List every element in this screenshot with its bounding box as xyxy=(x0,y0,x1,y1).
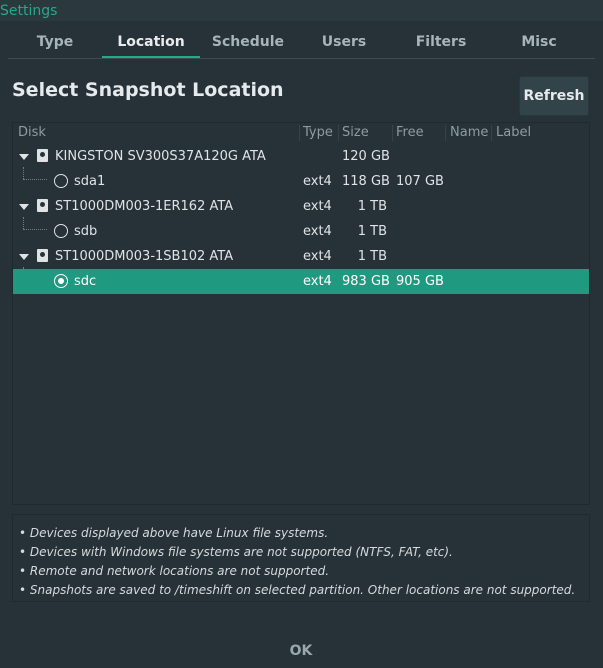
triangle-down-icon[interactable] xyxy=(19,204,29,210)
partition-type: ext4 xyxy=(303,174,332,189)
tree-row-partition[interactable]: sda1 ext4 118 GB 107 GB xyxy=(13,169,589,194)
column-header-name[interactable]: Name xyxy=(450,123,488,143)
page-title: Select Snapshot Location xyxy=(12,79,284,101)
disk-type: ext4 xyxy=(303,199,332,214)
note-line: • Snapshots are saved to /timeshift on s… xyxy=(19,583,576,597)
disk-type: ext4 xyxy=(303,249,332,264)
column-header-size[interactable]: Size xyxy=(342,123,369,143)
note-line: • Devices displayed above have Linux fil… xyxy=(19,526,329,540)
partition-name: sda1 xyxy=(74,174,106,189)
partition-type: ext4 xyxy=(303,224,332,239)
disk-size: 1 TB xyxy=(357,199,387,214)
note-line: • Remote and network locations are not s… xyxy=(19,564,330,578)
info-notes: • Devices displayed above have Linux fil… xyxy=(12,514,590,602)
harddisk-icon xyxy=(37,249,48,262)
column-header-free[interactable]: Free xyxy=(396,123,424,143)
partition-size: 1 TB xyxy=(357,224,387,239)
disk-name: ST1000DM003-1ER162 ATA xyxy=(55,199,234,214)
triangle-down-icon[interactable] xyxy=(19,154,29,160)
tree-row-disk[interactable]: ST1000DM003-1ER162 ATA ext4 1 TB xyxy=(13,194,589,219)
partition-free: 905 GB xyxy=(396,274,444,289)
partition-size: 983 GB xyxy=(342,274,390,289)
tab-schedule[interactable]: Schedule xyxy=(200,27,296,58)
window-title: Settings xyxy=(0,3,58,19)
radio-icon[interactable] xyxy=(54,174,68,188)
tree-row-disk[interactable]: KINGSTON SV300S37A120G ATA 120 GB xyxy=(13,144,589,169)
disk-name: KINGSTON SV300S37A120G ATA xyxy=(55,149,266,164)
window-titlebar: Settings xyxy=(0,0,603,21)
tree-row-disk[interactable]: ST1000DM003-1SB102 ATA ext4 1 TB xyxy=(13,244,589,269)
ok-button[interactable]: OK xyxy=(278,640,324,662)
partition-name: sdb xyxy=(74,224,98,239)
device-tree[interactable]: Disk Type Size Free Name Label KINGSTON … xyxy=(12,122,590,505)
triangle-down-icon[interactable] xyxy=(19,254,29,260)
column-header-label[interactable]: Label xyxy=(496,123,531,143)
partition-free: 107 GB xyxy=(396,174,444,189)
tree-row-partition-selected[interactable]: sdc ext4 983 GB 905 GB xyxy=(13,269,589,294)
disk-size: 1 TB xyxy=(357,249,387,264)
column-divider xyxy=(338,125,339,141)
tab-misc[interactable]: Misc xyxy=(490,27,588,58)
tab-type[interactable]: Type xyxy=(8,27,102,58)
column-header-type[interactable]: Type xyxy=(303,123,333,143)
harddisk-icon xyxy=(37,149,48,162)
partition-name: sdc xyxy=(74,274,97,289)
harddisk-icon xyxy=(37,199,48,212)
disk-size: 120 GB xyxy=(342,149,390,164)
column-header-disk[interactable]: Disk xyxy=(18,123,46,143)
column-divider xyxy=(392,125,393,141)
disk-name: ST1000DM003-1SB102 ATA xyxy=(55,249,234,264)
column-divider xyxy=(445,125,446,141)
radio-icon[interactable] xyxy=(54,224,68,238)
tab-bar: Type Location Schedule Users Filters Mis… xyxy=(8,27,595,59)
tab-users[interactable]: Users xyxy=(296,27,392,58)
partition-size: 118 GB xyxy=(342,174,390,189)
note-line: • Devices with Windows file systems are … xyxy=(19,545,453,559)
column-divider xyxy=(491,125,492,141)
radio-checked-icon[interactable] xyxy=(54,274,68,288)
refresh-button[interactable]: Refresh xyxy=(519,76,589,116)
tree-row-partition[interactable]: sdb ext4 1 TB xyxy=(13,219,589,244)
partition-type: ext4 xyxy=(303,274,332,289)
tab-filters[interactable]: Filters xyxy=(392,27,490,58)
tab-location[interactable]: Location xyxy=(102,27,200,58)
column-divider xyxy=(299,125,300,141)
